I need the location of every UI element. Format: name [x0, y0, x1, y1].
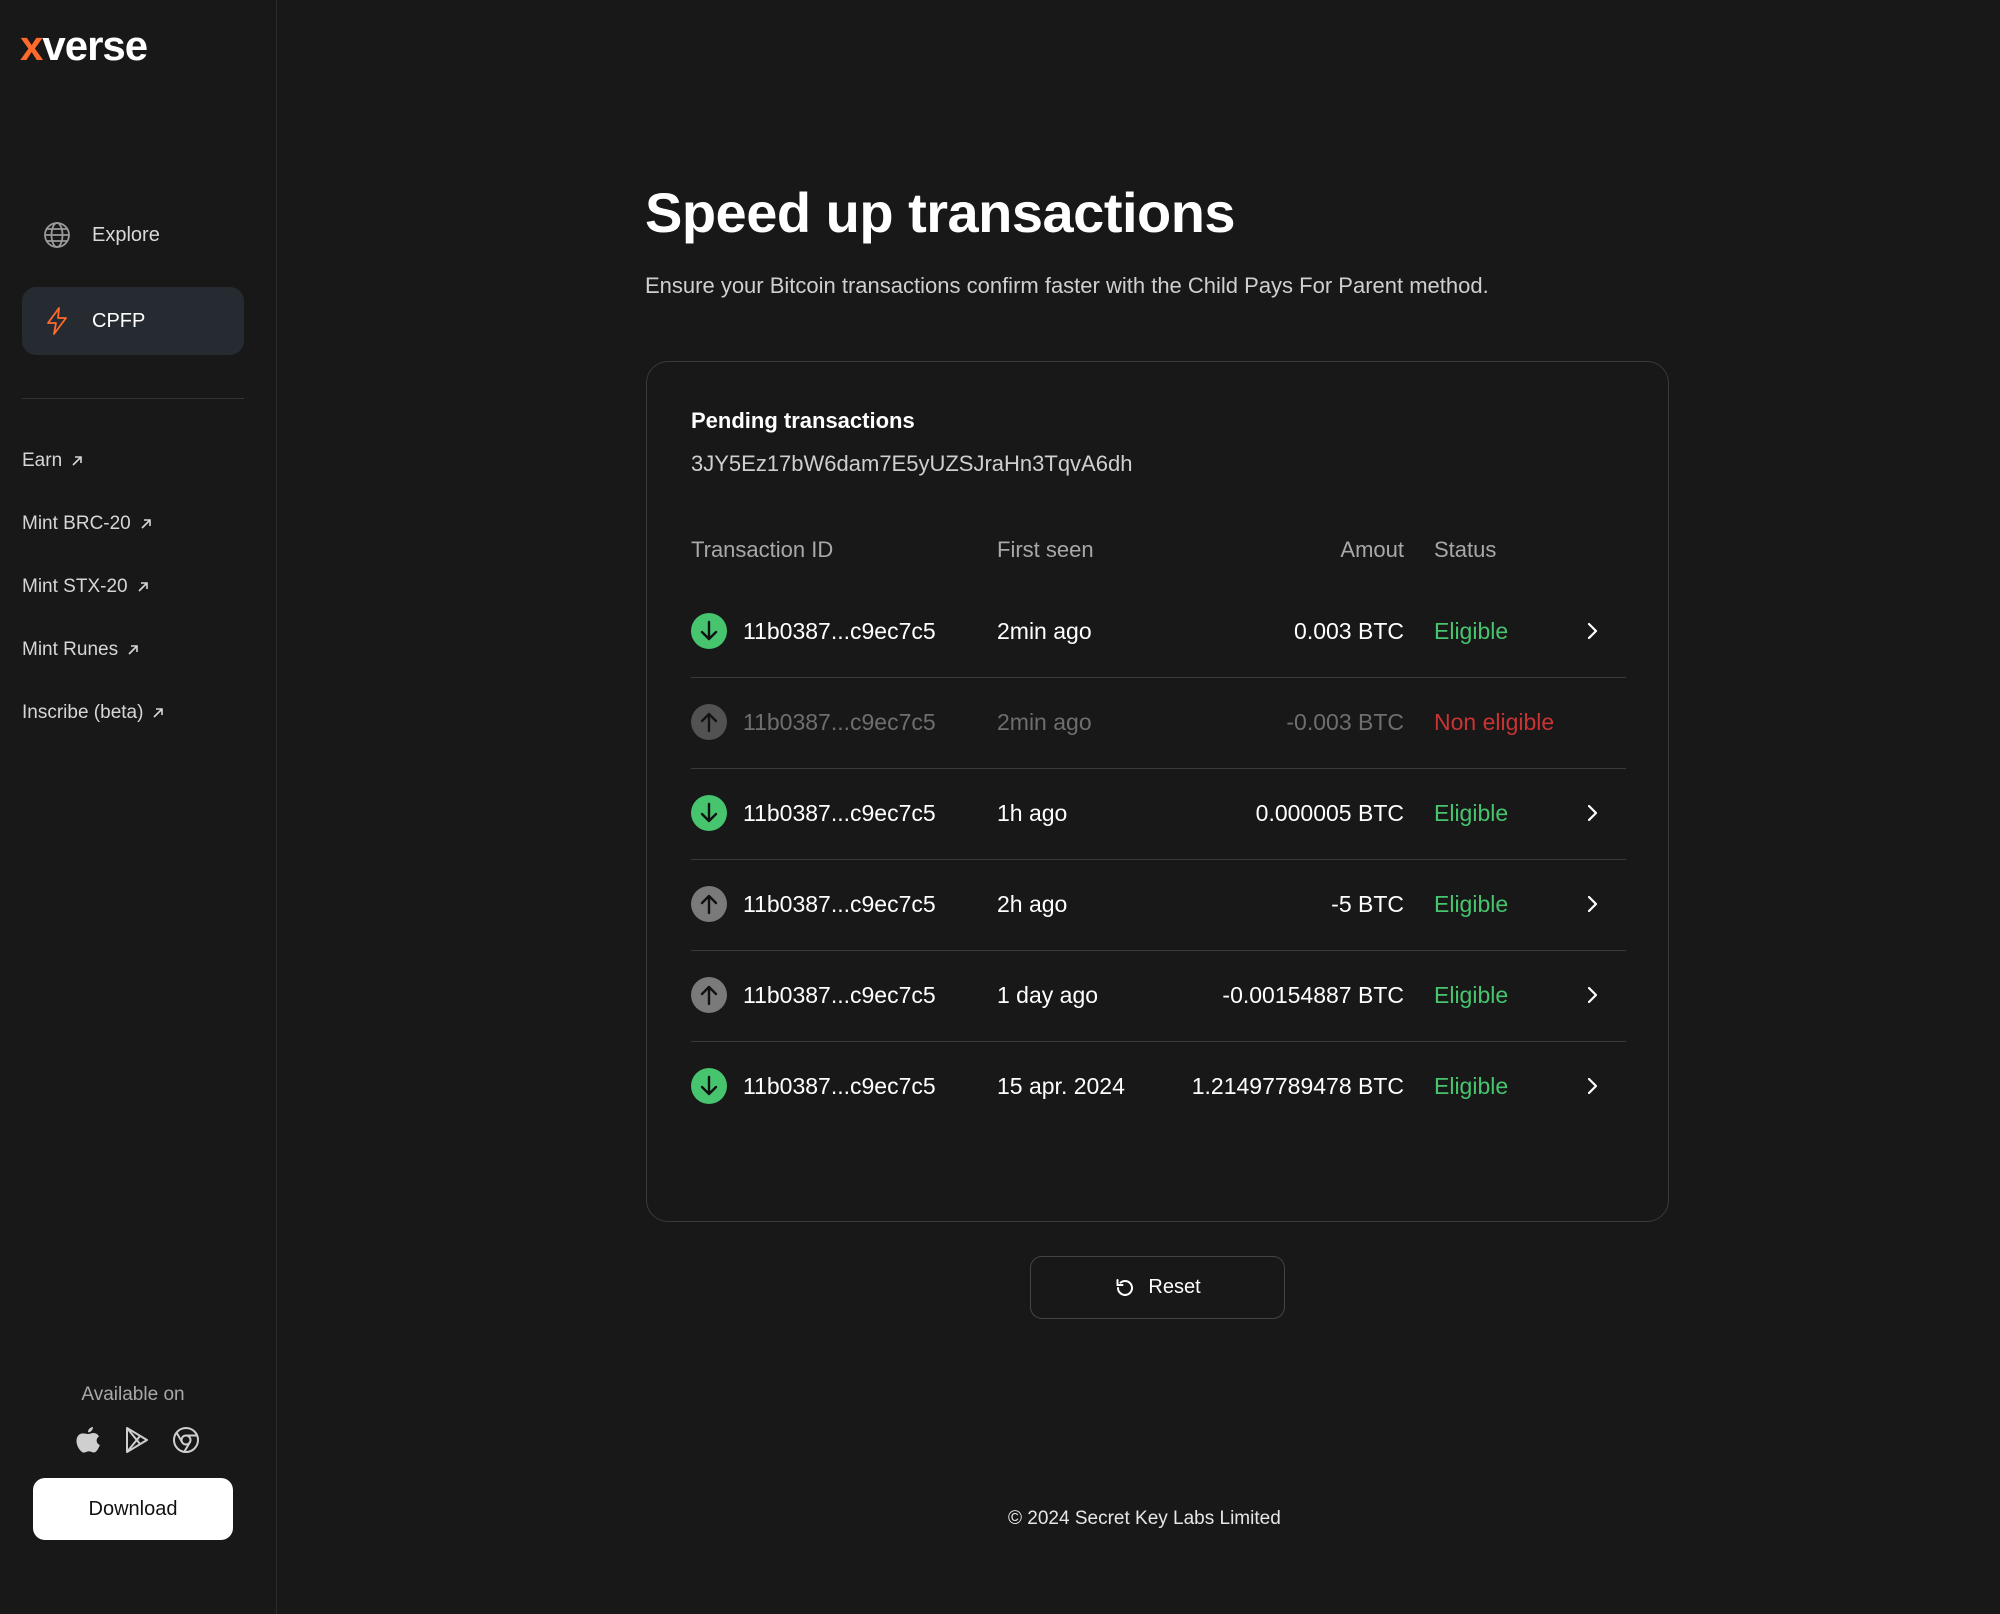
- transaction-id: 11b0387...c9ec7c5: [743, 891, 936, 917]
- globe-icon: [42, 220, 72, 250]
- chevron-right-icon[interactable]: [1582, 983, 1602, 1007]
- chevron-right-icon[interactable]: [1582, 892, 1602, 916]
- first-seen: 2h ago: [997, 891, 1068, 917]
- incoming-arrow-icon: [691, 795, 727, 831]
- amount: -0.00154887 BTC: [1222, 982, 1404, 1008]
- external-arrow-icon: [72, 456, 82, 466]
- link-earn[interactable]: Earn: [22, 450, 84, 472]
- status-badge: Eligible: [1434, 800, 1509, 826]
- column-header-first-seen: First seen: [997, 537, 1094, 562]
- sidebar: xverse Explore CPFP Earn Mint BRC-20 Min…: [0, 0, 277, 1614]
- link-label: Inscribe (beta): [22, 702, 144, 723]
- wallet-address: 3JY5Ez17bW6dam7E5yUZSJraHn3TqvA6dh: [691, 451, 1133, 476]
- chrome-icon[interactable]: [170, 1424, 202, 1456]
- download-button[interactable]: Download: [33, 1478, 233, 1540]
- column-header-amount: Amout: [1340, 537, 1404, 562]
- table-header: Transaction ID First seen Amout Status: [691, 537, 1626, 567]
- first-seen: 2min ago: [997, 618, 1092, 644]
- page-title: Speed up transactions: [645, 181, 1236, 244]
- external-arrow-icon: [141, 519, 151, 529]
- table-row[interactable]: 11b0387...c9ec7c5 15 apr. 2024 1.214977894…: [691, 1042, 1626, 1133]
- status-badge: Eligible: [1434, 1073, 1509, 1099]
- table-row[interactable]: 11b0387...c9ec7c5 1h ago 0.000005 BTC Eligi…: [691, 769, 1626, 860]
- first-seen: 1 day ago: [997, 982, 1099, 1008]
- link-mint-brc20[interactable]: Mint BRC-20: [22, 513, 153, 535]
- amount: -0.003 BTC: [1286, 709, 1404, 735]
- google-play-icon[interactable]: [121, 1424, 153, 1456]
- nav-divider: [22, 398, 244, 399]
- card-title: Pending transactions: [691, 408, 915, 433]
- external-arrow-icon: [153, 708, 164, 718]
- first-seen: 1h ago: [997, 800, 1068, 826]
- column-header-status: Status: [1434, 537, 1497, 562]
- amount: -5 BTC: [1331, 891, 1404, 917]
- table-row[interactable]: 11b0387...c9ec7c5 2h ago -5 BTC Eligible: [691, 860, 1626, 951]
- link-label: Mint Runes: [22, 639, 119, 660]
- column-header-txid: Transaction ID: [691, 537, 834, 562]
- outgoing-arrow-icon: [691, 977, 727, 1013]
- amount: 0.000005 BTC: [1255, 800, 1404, 826]
- reset-button[interactable]: Reset: [1030, 1256, 1285, 1319]
- amount: 1.21497789478 BTC: [1191, 1073, 1404, 1099]
- nav-item-label: CPFP: [92, 309, 146, 332]
- nav-item-explore[interactable]: Explore: [22, 201, 244, 269]
- store-icons: [72, 1420, 202, 1460]
- page-subtitle: Ensure your Bitcoin transactions confirm…: [645, 273, 1489, 298]
- status-badge: Eligible: [1434, 982, 1509, 1008]
- chevron-right-icon[interactable]: [1582, 619, 1602, 643]
- amount: 0.003 BTC: [1294, 618, 1404, 644]
- link-label: Earn: [22, 450, 63, 471]
- outgoing-arrow-icon: [691, 704, 727, 740]
- link-mint-stx20[interactable]: Mint STX-20: [22, 576, 150, 598]
- reset-label: Reset: [1148, 1276, 1201, 1298]
- pending-transactions-card: Pending transactions 3JY5Ez17bW6dam7E5yU…: [646, 361, 1669, 1222]
- chevron-right-icon[interactable]: [1582, 801, 1602, 825]
- link-mint-runes[interactable]: Mint Runes: [22, 639, 140, 661]
- nav-item-cpfp[interactable]: CPFP: [22, 287, 244, 355]
- transaction-id: 11b0387...c9ec7c5: [743, 618, 936, 644]
- status-badge: Non eligible: [1434, 709, 1555, 735]
- table-row: 11b0387...c9ec7c5 2min ago -0.003 BTC Non e…: [691, 678, 1626, 769]
- app-root: xverse Explore CPFP Earn Mint BRC-20 Min…: [0, 0, 2000, 1614]
- reset-icon: [1116, 1278, 1134, 1296]
- table-row[interactable]: 11b0387...c9ec7c5 2min ago 0.003 BTC Eligib…: [691, 587, 1626, 678]
- external-arrow-icon: [128, 645, 138, 655]
- transaction-id: 11b0387...c9ec7c5: [743, 709, 936, 735]
- status-badge: Eligible: [1434, 618, 1509, 644]
- incoming-arrow-icon: [691, 613, 727, 649]
- apple-icon[interactable]: [72, 1424, 104, 1456]
- available-on-label: Available on: [81, 1384, 185, 1405]
- link-label: Mint STX-20: [22, 576, 128, 597]
- link-inscribe-beta[interactable]: Inscribe (beta): [22, 702, 165, 724]
- transactions-table: 11b0387...c9ec7c5 2min ago 0.003 BTC Eligib…: [691, 587, 1626, 1133]
- transaction-id: 11b0387...c9ec7c5: [743, 800, 936, 826]
- outgoing-arrow-icon: [691, 886, 727, 922]
- first-seen: 2min ago: [997, 709, 1092, 735]
- incoming-arrow-icon: [691, 1068, 727, 1104]
- footer-copyright: © 2024 Secret Key Labs Limited: [1008, 1508, 1281, 1529]
- logo-text: verse: [42, 22, 148, 69]
- first-seen: 15 apr. 2024: [997, 1073, 1125, 1099]
- transaction-id: 11b0387...c9ec7c5: [743, 982, 936, 1008]
- table-row[interactable]: 11b0387...c9ec7c5 1 day ago -0.00154887 BT…: [691, 951, 1626, 1042]
- status-badge: Eligible: [1434, 891, 1509, 917]
- external-arrow-icon: [138, 582, 148, 592]
- lightning-icon: [42, 306, 72, 336]
- nav-item-label: Explore: [92, 223, 160, 246]
- xverse-logo[interactable]: xverse: [20, 22, 148, 70]
- link-label: Mint BRC-20: [22, 513, 131, 534]
- logo-x: x: [20, 22, 43, 69]
- transaction-id: 11b0387...c9ec7c5: [743, 1073, 936, 1099]
- chevron-right-icon[interactable]: [1582, 1074, 1602, 1098]
